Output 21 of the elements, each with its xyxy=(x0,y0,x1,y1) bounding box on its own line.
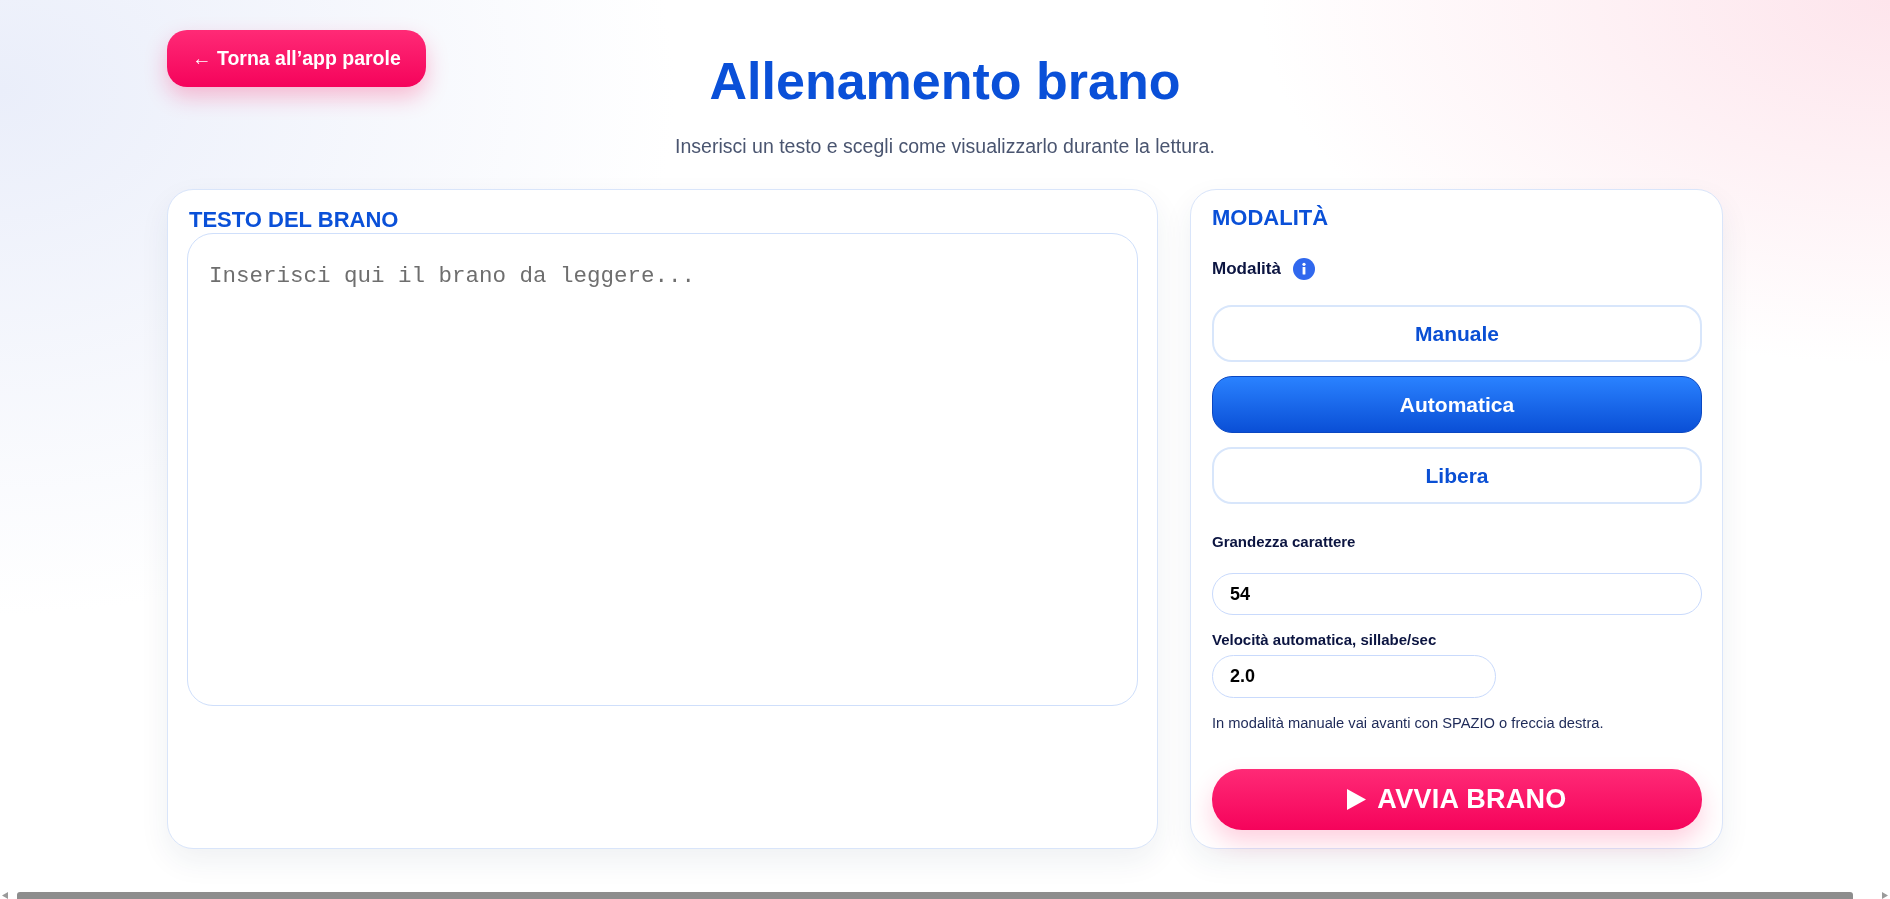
panel-heading: TESTO DEL BRANO xyxy=(188,207,400,233)
scroll-right-icon[interactable] xyxy=(1882,892,1888,899)
mode-button[interactable]: Manuale xyxy=(1212,305,1702,362)
speed-input[interactable]: 2.0 xyxy=(1212,655,1496,698)
text-input-area[interactable]: Inserisci qui il brano da leggere... xyxy=(187,233,1138,706)
page-subtitle: Inserisci un testo e scegli come visualizzarlo durante la lettura. xyxy=(675,134,1215,158)
scrollbar-thumb[interactable] xyxy=(17,892,1853,899)
field-label: Velocità automatica, sillabe/sec xyxy=(1212,630,1438,650)
font-size-input[interactable]: 54 xyxy=(1212,573,1702,615)
mode-label: Modalità xyxy=(1212,258,1281,281)
field-label: Grandezza carattere xyxy=(1212,532,1357,552)
mode-button[interactable]: Automatica xyxy=(1212,376,1702,433)
play-icon xyxy=(1347,789,1367,810)
info-icon[interactable] xyxy=(1292,258,1315,280)
panel-heading: MODALITÀ xyxy=(1212,205,1330,231)
mode-button[interactable]: Libera xyxy=(1212,447,1702,504)
page-title: Allenamento brano xyxy=(708,51,1182,112)
back-button[interactable]: ← Torna all’app parole xyxy=(167,30,426,87)
start-button[interactable]: AVVIA BRANO xyxy=(1212,769,1702,830)
hint-text: In modalità manuale vai avanti con SPAZIO o freccia destra. xyxy=(1212,714,1605,733)
scroll-left-icon[interactable] xyxy=(2,892,8,899)
